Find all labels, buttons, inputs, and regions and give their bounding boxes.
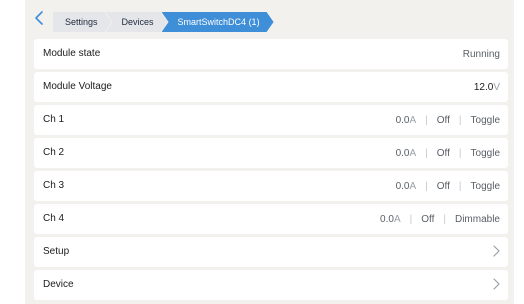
breadcrumb-settings[interactable]: Settings [53, 12, 112, 32]
breadcrumb: Settings Devices SmartSwitchDC4 (1) [53, 12, 268, 32]
channel-mode: Toggle [470, 114, 500, 126]
channel-row-2[interactable]: Ch 2 0.0 A | Off | Toggle [34, 138, 508, 168]
separator: | [409, 213, 413, 225]
channel-label: Ch 4 [43, 213, 65, 224]
module-voltage-value: 12.0 [473, 81, 494, 93]
channel-current: 0.0 [380, 213, 394, 225]
channel-label: Ch 3 [43, 180, 65, 191]
channel-mode: Dimmable [454, 213, 500, 225]
separator: | [458, 180, 462, 192]
channel-current: 0.0 [395, 147, 410, 159]
device-label: Device [43, 279, 74, 290]
setup-row[interactable]: Setup [34, 237, 508, 267]
channel-state: Off [421, 213, 435, 225]
channel-current-unit: A [409, 114, 417, 126]
channel-label: Ch 2 [43, 147, 65, 158]
setup-label: Setup [43, 246, 70, 257]
channel-mode: Toggle [470, 147, 500, 159]
module-state-label: Module state [43, 48, 101, 59]
channel-current: 0.0 [395, 180, 410, 192]
module-state-row[interactable]: Module state Running [34, 39, 508, 69]
separator: | [458, 114, 462, 126]
channel-state: Off [436, 114, 450, 126]
channel-current-unit: A [393, 213, 401, 225]
separator: | [425, 114, 428, 126]
channel-state: Off [436, 147, 450, 159]
module-voltage-row[interactable]: Module Voltage 12.0 V [34, 72, 508, 102]
module-voltage-unit: V [493, 81, 500, 93]
channel-state: Off [436, 180, 450, 192]
module-state-value: Running [462, 48, 500, 60]
separator: | [443, 213, 446, 225]
settings-list: Module state Running Module Voltage 12.0… [34, 39, 508, 303]
separator: | [425, 147, 428, 159]
separator: | [425, 180, 428, 192]
channel-current-unit: A [409, 147, 417, 159]
device-row[interactable]: Device [34, 270, 508, 300]
separator: | [458, 147, 462, 159]
chevron-right-icon [493, 277, 500, 293]
breadcrumb-current-device[interactable]: SmartSwitchDC4 (1) [162, 12, 274, 32]
channel-row-1[interactable]: Ch 1 0.0 A | Off | Toggle [34, 105, 508, 135]
channel-mode: Toggle [470, 180, 500, 192]
module-voltage-label: Module Voltage [43, 81, 112, 92]
channel-current-unit: A [409, 180, 417, 192]
top-bar: Settings Devices SmartSwitchDC4 (1) [25, 0, 514, 36]
channel-current: 0.0 [395, 114, 410, 126]
channel-row-4[interactable]: Ch 4 0.0 A | Off | Dimmable [34, 204, 508, 234]
chevron-right-icon [493, 244, 500, 260]
channel-label: Ch 1 [43, 114, 65, 125]
chevron-left-icon [35, 11, 43, 25]
channel-row-3[interactable]: Ch 3 0.0 A | Off | Toggle [34, 171, 508, 201]
app-frame: Settings Devices SmartSwitchDC4 (1) Modu… [25, 0, 514, 304]
back-button[interactable] [31, 9, 47, 27]
breadcrumb-devices[interactable]: Devices [106, 12, 168, 32]
